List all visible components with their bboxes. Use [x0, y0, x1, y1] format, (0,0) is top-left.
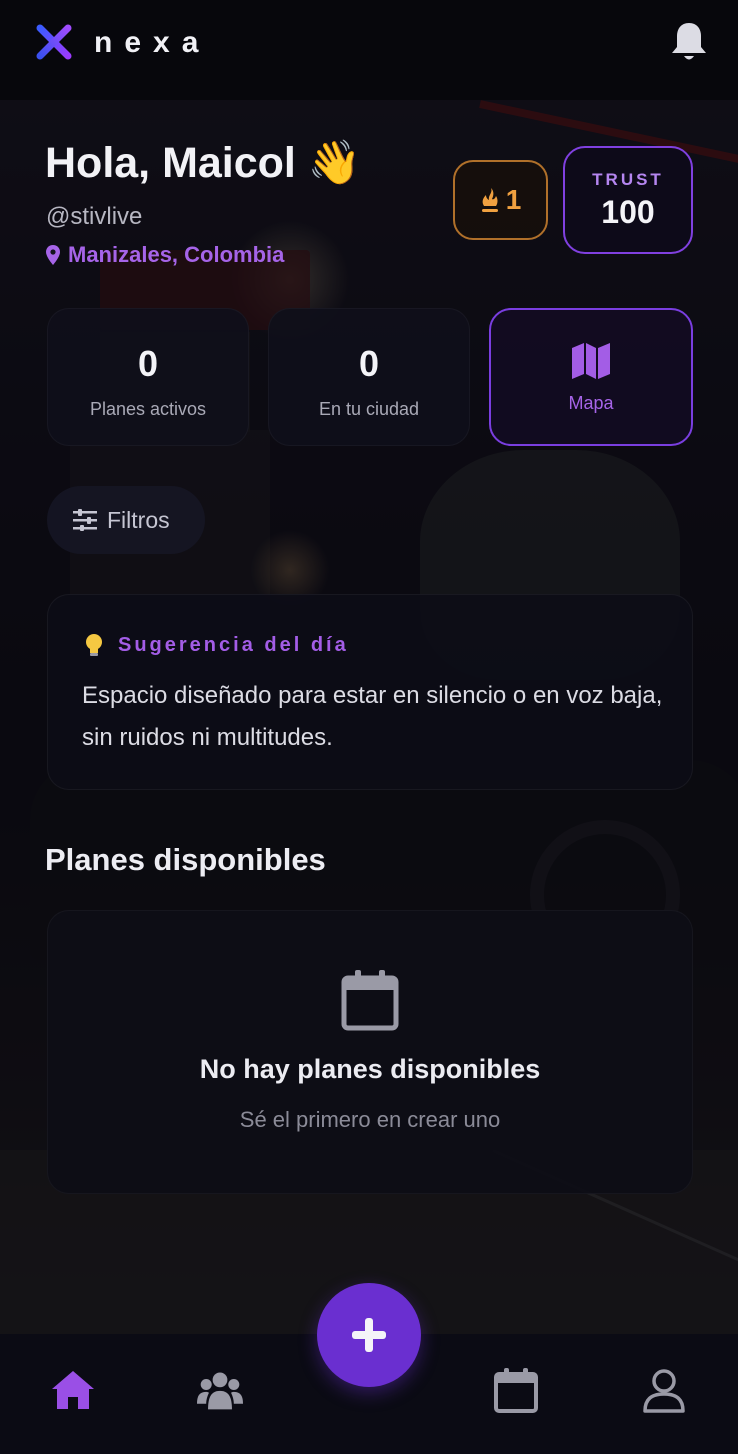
home-icon: [52, 1371, 94, 1409]
streak-value: 1: [505, 184, 522, 215]
sliders-icon: [73, 509, 97, 531]
map-button[interactable]: Mapa: [489, 308, 693, 446]
streak-badge[interactable]: 1: [453, 160, 548, 240]
map-icon: [572, 343, 610, 379]
nav-profile[interactable]: [634, 1362, 694, 1418]
city-plans-card[interactable]: 0 En tu ciudad: [268, 308, 470, 446]
calendar-icon: [341, 970, 399, 1031]
trust-value: 100: [601, 194, 655, 230]
available-plans-title: Planes disponibles: [45, 842, 326, 877]
lightbulb-icon: [86, 634, 102, 656]
trust-label: TRUST: [592, 170, 664, 189]
nav-community[interactable]: [190, 1362, 250, 1418]
active-plans-label: Planes activos: [89, 399, 207, 419]
city-plans-label: En tu ciudad: [318, 399, 420, 419]
active-plans-card[interactable]: 0 Planes activos: [47, 308, 249, 446]
map-label: Mapa: [568, 393, 614, 413]
nexa-logo-icon: [36, 24, 72, 60]
users-icon: [197, 1372, 243, 1410]
filters-button[interactable]: Filtros: [47, 486, 205, 554]
flame-icon: [481, 188, 498, 212]
daily-suggestion-card: Sugerencia del día Espacio diseñado para…: [47, 594, 693, 790]
greeting-title: Hola, Maicol 👋: [45, 139, 362, 187]
city-plans-count: 0: [358, 343, 380, 384]
home-screen: nexa Hola, Maicol 👋 @stivlive Manizales,…: [0, 0, 738, 1454]
brand-name: nexa: [94, 26, 211, 59]
create-plan-button[interactable]: [317, 1283, 421, 1387]
location-pin-icon: [46, 245, 60, 265]
trust-score-card[interactable]: TRUST 100: [563, 146, 693, 254]
suggestion-header: Sugerencia del día: [84, 633, 349, 657]
active-plans-count: 0: [137, 343, 159, 384]
suggestion-title: Sugerencia del día: [118, 633, 349, 656]
top-bar: nexa: [0, 0, 738, 100]
profile-icon: [643, 1369, 685, 1413]
filters-label: Filtros: [107, 506, 170, 533]
nav-calendar[interactable]: [486, 1362, 546, 1418]
location-label: Manizales, Colombia: [68, 242, 285, 267]
bell-icon[interactable]: [668, 20, 710, 64]
user-handle: @stivlive: [46, 203, 143, 230]
suggestion-text: Espacio diseñado para estar en silencio …: [82, 682, 663, 751]
nav-home[interactable]: [43, 1362, 103, 1418]
empty-plans-title: No hay planes disponibles: [199, 1054, 541, 1084]
plus-icon: [352, 1318, 386, 1352]
user-location: Manizales, Colombia: [46, 242, 284, 268]
empty-plans-subtitle: Sé el primero en crear uno: [239, 1107, 501, 1132]
calendar-icon: [494, 1368, 538, 1413]
empty-plans-card: No hay planes disponibles Sé el primero …: [47, 910, 693, 1194]
